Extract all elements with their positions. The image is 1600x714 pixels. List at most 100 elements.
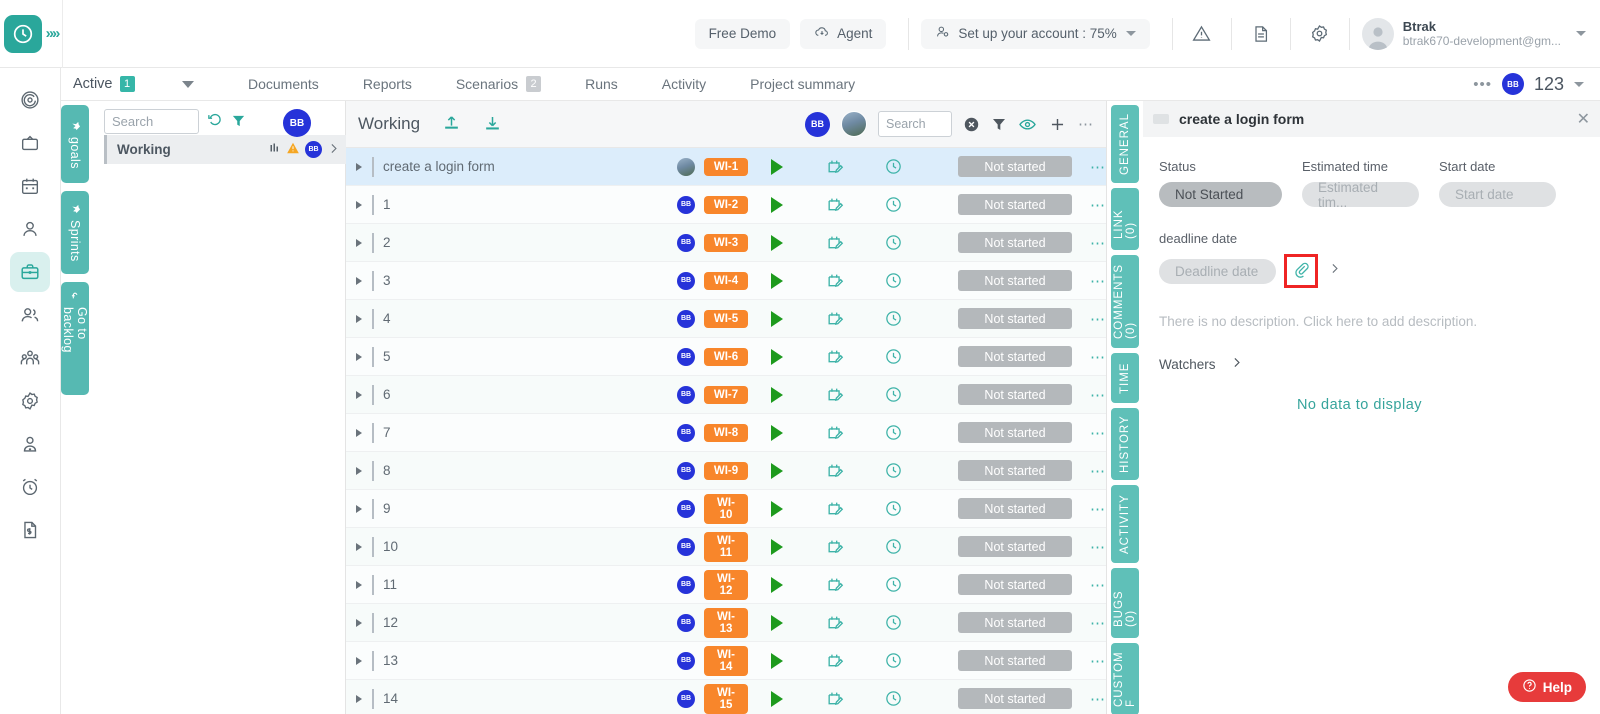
row-more-icon[interactable]: ⋯ <box>1090 538 1106 556</box>
row-expander[interactable] <box>346 581 372 589</box>
table-row[interactable]: 3BBWI-4Not started⋯ <box>346 262 1106 300</box>
row-expander[interactable] <box>346 391 372 399</box>
tab-scenarios[interactable]: Scenarios 2 <box>434 68 563 101</box>
status-badge[interactable]: Not started <box>958 422 1072 443</box>
refresh-icon[interactable] <box>207 112 223 132</box>
vtab-goals[interactable]: goals <box>61 105 89 183</box>
work-item-id[interactable]: WI-15 <box>704 684 748 714</box>
row-more-icon[interactable]: ⋯ <box>1090 234 1106 252</box>
status-badge[interactable]: Not started <box>958 384 1072 405</box>
row-more-icon[interactable]: ⋯ <box>1090 462 1106 480</box>
table-row[interactable]: 6BBWI-7Not started⋯ <box>346 376 1106 414</box>
rail-item-invoice[interactable] <box>10 510 50 550</box>
time-log-icon[interactable] <box>864 461 922 480</box>
status-badge[interactable]: Not started <box>958 612 1072 633</box>
work-item-id[interactable]: WI-14 <box>704 646 748 676</box>
table-row[interactable]: 11BBWI-12Not started⋯ <box>346 566 1106 604</box>
table-row[interactable]: 2BBWI-3Not started⋯ <box>346 224 1106 262</box>
schedule-icon[interactable] <box>806 157 864 176</box>
time-log-icon[interactable] <box>864 689 922 708</box>
row-more-icon[interactable]: ⋯ <box>1090 196 1106 214</box>
details-tab-time[interactable]: TIME <box>1111 353 1139 403</box>
start-timer-button[interactable] <box>748 691 806 707</box>
document-icon[interactable] <box>1244 17 1278 51</box>
clear-circle-icon[interactable] <box>963 116 980 133</box>
more-dots-icon[interactable]: ••• <box>1473 76 1492 93</box>
avatar[interactable]: BB <box>677 234 695 252</box>
avatar[interactable]: BB <box>305 141 322 158</box>
start-timer-button[interactable] <box>748 159 806 175</box>
row-expander[interactable] <box>346 695 372 703</box>
work-item-id[interactable]: WI-11 <box>704 532 748 562</box>
avatar[interactable]: BB <box>677 576 695 594</box>
rail-item-team-group[interactable] <box>10 338 50 378</box>
work-item-id[interactable]: WI-10 <box>704 494 748 524</box>
details-tab-activity[interactable]: ACTIVITY <box>1111 485 1139 563</box>
rail-item-monitor[interactable] <box>10 123 50 163</box>
attachment-button[interactable] <box>1284 254 1318 288</box>
avatar[interactable]: BB <box>1502 73 1524 95</box>
schedule-icon[interactable] <box>806 537 864 556</box>
setup-account-button[interactable]: Set up your account : 75% <box>921 19 1149 49</box>
schedule-icon[interactable] <box>806 195 864 214</box>
avatar[interactable] <box>841 111 867 137</box>
rail-item-target[interactable] <box>10 80 50 120</box>
rail-item-person[interactable] <box>10 209 50 249</box>
time-log-icon[interactable] <box>864 423 922 442</box>
tab-activity[interactable]: Activity <box>640 68 728 101</box>
table-row[interactable]: 10BBWI-11Not started⋯ <box>346 528 1106 566</box>
details-tab-custom-f[interactable]: CUSTOM F <box>1111 643 1139 714</box>
time-log-icon[interactable] <box>864 537 922 556</box>
schedule-icon[interactable] <box>806 499 864 518</box>
schedule-icon[interactable] <box>806 575 864 594</box>
status-badge[interactable]: Not started <box>958 498 1072 519</box>
start-timer-button[interactable] <box>748 425 806 441</box>
sprint-list-item-working[interactable]: Working BB <box>104 135 346 164</box>
work-item-id[interactable]: WI-3 <box>704 234 748 252</box>
logo-block[interactable]: »» <box>0 0 62 68</box>
details-tab-comments[interactable]: COMMENTS (0) <box>1111 255 1139 348</box>
table-row[interactable]: 1BBWI-2Not started⋯ <box>346 186 1106 224</box>
warning-triangle-icon[interactable] <box>286 141 300 158</box>
start-timer-button[interactable] <box>748 311 806 327</box>
avatar[interactable]: BB <box>677 348 695 366</box>
tab-project-summary[interactable]: Project summary <box>728 68 877 101</box>
work-item-id[interactable]: WI-8 <box>704 424 748 442</box>
status-value[interactable]: Not Started <box>1159 182 1282 207</box>
time-log-icon[interactable] <box>864 575 922 594</box>
work-item-id[interactable]: WI-5 <box>704 310 748 328</box>
status-badge[interactable]: Not started <box>958 232 1072 253</box>
schedule-icon[interactable] <box>806 423 864 442</box>
status-badge[interactable]: Not started <box>958 688 1072 709</box>
time-log-icon[interactable] <box>864 271 922 290</box>
row-more-icon[interactable]: ⋯ <box>1090 272 1106 290</box>
table-row[interactable]: 4BBWI-5Not started⋯ <box>346 300 1106 338</box>
bar-chart-icon[interactable] <box>269 142 281 157</box>
work-item-id[interactable]: WI-6 <box>704 348 748 366</box>
avatar[interactable]: BB <box>677 272 695 290</box>
row-expander[interactable] <box>346 505 372 513</box>
start-timer-button[interactable] <box>748 273 806 289</box>
warning-triangle-icon[interactable] <box>1185 17 1219 51</box>
row-more-icon[interactable]: ⋯ <box>1090 386 1106 404</box>
status-badge[interactable]: Not started <box>958 574 1072 595</box>
schedule-icon[interactable] <box>806 385 864 404</box>
free-demo-button[interactable]: Free Demo <box>695 19 791 49</box>
status-badge[interactable]: Not started <box>958 346 1072 367</box>
details-tab-history[interactable]: HISTORY <box>1111 408 1139 480</box>
avatar[interactable]: BB <box>677 310 695 328</box>
avatar[interactable]: BB <box>805 112 830 137</box>
details-tab-bugs[interactable]: BUGS (0) <box>1111 568 1139 638</box>
upload-icon[interactable] <box>442 113 461 135</box>
table-row[interactable]: 5BBWI-6Not started⋯ <box>346 338 1106 376</box>
schedule-icon[interactable] <box>806 461 864 480</box>
start-timer-button[interactable] <box>748 615 806 631</box>
start-timer-button[interactable] <box>748 387 806 403</box>
start-timer-button[interactable] <box>748 577 806 593</box>
row-expander[interactable] <box>346 201 372 209</box>
time-log-icon[interactable] <box>864 613 922 632</box>
avatar[interactable]: BB <box>677 462 695 480</box>
row-more-icon[interactable]: ⋯ <box>1090 576 1106 594</box>
work-item-id[interactable]: WI-12 <box>704 570 748 600</box>
work-item-id[interactable]: WI-13 <box>704 608 748 638</box>
